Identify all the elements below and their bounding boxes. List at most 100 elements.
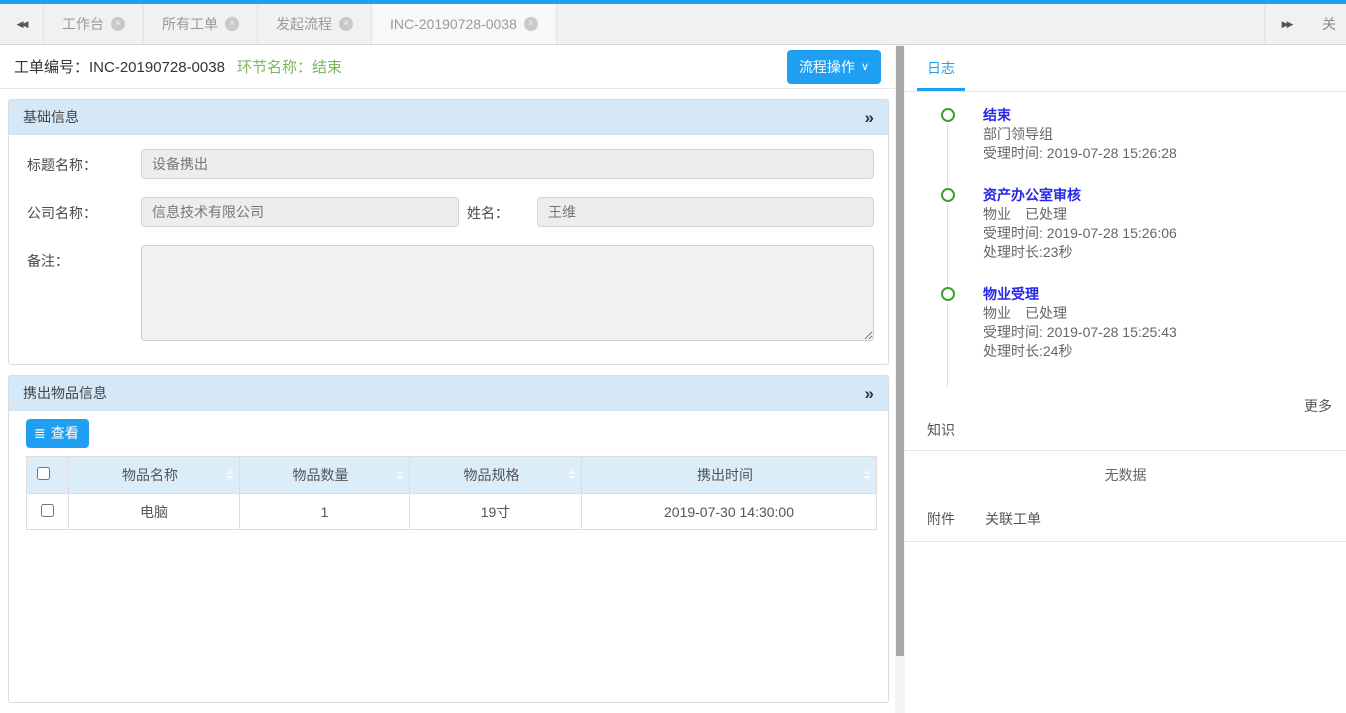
carried-items-panel: 携出物品信息 » ≣ 查看 物品名称 <box>8 375 889 703</box>
sort-icon <box>396 470 404 480</box>
scroll-tabs-right-button[interactable]: ▶▶ <box>1264 4 1308 44</box>
tab-workbench[interactable]: 工作台 × <box>44 4 144 44</box>
timeline-step-link[interactable]: 结束 <box>983 106 1332 125</box>
sidebar-tabs: 日志 <box>905 45 1346 92</box>
company-name-field-row: 公司名称： 姓名： <box>23 197 874 227</box>
tab-all-orders[interactable]: 所有工单 × <box>144 4 258 44</box>
collapse-panel-icon[interactable]: » <box>865 109 874 126</box>
company-input[interactable] <box>141 197 459 227</box>
timeline-item: 资产办公室审核 物业 已处理 受理时间: 2019-07-28 15:26:06… <box>941 186 1332 285</box>
row-select-cell <box>27 494 69 530</box>
carry-time-cell: 2019-07-30 14:30:00 <box>582 494 877 530</box>
timeline-step-link[interactable]: 物业受理 <box>983 285 1332 304</box>
more-link[interactable]: 更多 <box>1304 398 1332 414</box>
work-order-detail-pane: 工单编号：INC-20190728-0038 环节名称：结束 流程操作 ∨ 基础… <box>0 45 905 713</box>
company-field-label: 公司名称： <box>23 197 141 223</box>
vertical-scrollbar[interactable] <box>895 45 905 713</box>
knowledge-label: 知识 <box>927 422 955 438</box>
close-all-tabs-button[interactable]: 关 <box>1308 4 1346 44</box>
right-sidebar: 日志 结束 部门领导组 受理时间: 2019-07-28 15:26:28 资产… <box>905 45 1346 713</box>
list-icon: ≣ <box>34 425 46 442</box>
timeline-duration: 处理时长:23秒 <box>983 243 1332 262</box>
close-icon[interactable]: × <box>225 17 239 31</box>
log-timeline: 结束 部门领导组 受理时间: 2019-07-28 15:26:28 资产办公室… <box>905 92 1346 384</box>
items-table-header-row: 物品名称 物品数量 物品规格 <box>27 457 877 494</box>
items-table: 物品名称 物品数量 物品规格 <box>26 456 877 530</box>
process-action-label: 流程操作 <box>799 57 855 77</box>
tab-label: 所有工单 <box>162 14 218 34</box>
scroll-tabs-left-button[interactable]: ◀◀ <box>0 4 44 44</box>
collapse-panel-icon[interactable]: » <box>865 385 874 402</box>
timeline-accept-time: 受理时间: 2019-07-28 15:25:43 <box>983 323 1332 342</box>
step-name: 环节名称：结束 <box>237 56 342 77</box>
double-left-arrow-icon: ◀◀ <box>17 19 27 30</box>
tabbar-spacer <box>557 4 1264 44</box>
sort-icon <box>863 470 871 480</box>
timeline-node-icon <box>941 287 955 301</box>
timeline-step-link[interactable]: 资产办公室审核 <box>983 186 1332 205</box>
timeline-duration: 处理时长:24秒 <box>983 342 1332 361</box>
close-icon[interactable]: × <box>111 17 125 31</box>
row-checkbox[interactable] <box>41 504 54 517</box>
close-icon[interactable]: × <box>339 17 353 31</box>
select-all-header-cell <box>27 457 69 494</box>
column-header-item-name[interactable]: 物品名称 <box>69 457 240 494</box>
remark-field-label: 备注： <box>23 245 141 271</box>
item-name-cell: 电脑 <box>69 494 240 530</box>
basic-info-title: 基础信息 <box>23 107 79 127</box>
timeline-accept-time: 受理时间: 2019-07-28 15:26:28 <box>983 144 1332 163</box>
remark-textarea[interactable] <box>141 245 874 341</box>
close-icon[interactable]: × <box>524 17 538 31</box>
more-row: 更多 <box>905 384 1346 416</box>
column-header-item-quantity[interactable]: 物品数量 <box>240 457 410 494</box>
basic-info-panel: 基础信息 » 标题名称： 公司名称： 姓名： <box>8 99 889 365</box>
knowledge-section-header[interactable]: 知识 <box>905 416 1346 451</box>
sort-icon <box>226 470 234 480</box>
scrollbar-thumb[interactable] <box>896 46 904 656</box>
name-input[interactable] <box>537 197 874 227</box>
tab-bar: ◀◀ 工作台 × 所有工单 × 发起流程 × INC-20190728-0038… <box>0 0 1346 45</box>
item-spec-cell: 19寸 <box>410 494 582 530</box>
tab-label: 工作台 <box>62 14 104 34</box>
select-all-checkbox[interactable] <box>37 467 50 480</box>
timeline-item: 结束 部门领导组 受理时间: 2019-07-28 15:26:28 <box>941 106 1332 186</box>
close-all-label: 关 <box>1322 14 1336 34</box>
timeline-node-icon <box>941 108 955 122</box>
sort-icon <box>568 470 576 480</box>
item-quantity-cell: 1 <box>240 494 410 530</box>
table-row[interactable]: 电脑 1 19寸 2019-07-30 14:30:00 <box>27 494 877 530</box>
carried-items-panel-header: 携出物品信息 » <box>9 376 888 411</box>
timeline-handler: 部门领导组 <box>983 125 1332 144</box>
process-action-button[interactable]: 流程操作 ∨ <box>787 50 881 84</box>
tab-label: INC-20190728-0038 <box>390 16 517 32</box>
bottom-section-tabs: 附件 关联工单 <box>905 503 1346 542</box>
title-field-label: 标题名称： <box>23 149 141 175</box>
tab-related-orders[interactable]: 关联工单 <box>985 509 1041 529</box>
tab-label: 发起流程 <box>276 14 332 34</box>
carried-items-body: ≣ 查看 物品名称 <box>9 411 888 538</box>
view-button[interactable]: ≣ 查看 <box>26 419 89 448</box>
name-field-label: 姓名： <box>459 197 537 223</box>
timeline-node-icon <box>941 188 955 202</box>
tab-attachments[interactable]: 附件 <box>927 509 955 529</box>
no-data-text: 无数据 <box>905 451 1346 503</box>
tab-start-process[interactable]: 发起流程 × <box>258 4 372 44</box>
remark-field-row: 备注： <box>23 245 874 344</box>
double-right-arrow-icon: ▶▶ <box>1282 19 1292 30</box>
basic-info-body: 标题名称： 公司名称： 姓名： 备注： <box>9 135 888 364</box>
timeline-item: 物业受理 物业 已处理 受理时间: 2019-07-28 15:25:43 处理… <box>941 285 1332 384</box>
timeline-accept-time: 受理时间: 2019-07-28 15:26:06 <box>983 224 1332 243</box>
column-header-item-spec[interactable]: 物品规格 <box>410 457 582 494</box>
chevron-down-icon: ∨ <box>861 60 869 73</box>
basic-info-panel-header: 基础信息 » <box>9 100 888 135</box>
title-field-row: 标题名称： <box>23 149 874 179</box>
tab-log[interactable]: 日志 <box>917 45 965 91</box>
timeline-handler: 物业 已处理 <box>983 304 1332 323</box>
view-button-label: 查看 <box>51 423 79 443</box>
column-header-carry-time[interactable]: 携出时间 <box>582 457 877 494</box>
carried-items-title: 携出物品信息 <box>23 383 107 403</box>
title-input[interactable] <box>141 149 874 179</box>
main-area: 工单编号：INC-20190728-0038 环节名称：结束 流程操作 ∨ 基础… <box>0 45 1346 713</box>
tab-inc-order[interactable]: INC-20190728-0038 × <box>372 4 557 44</box>
order-number: 工单编号：INC-20190728-0038 <box>14 56 225 77</box>
